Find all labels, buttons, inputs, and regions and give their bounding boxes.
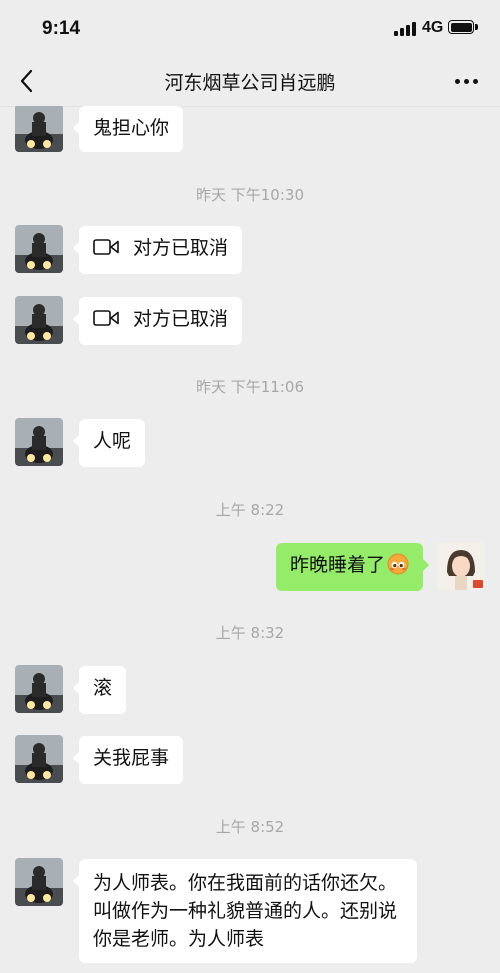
incoming-message[interactable]: 为人师表。你在我面前的话你还欠。叫做作为一种礼貌普通的人。还别说你是老师。为人师… (73, 859, 417, 963)
message-text: 对方已取消 (133, 237, 229, 259)
message-text: 鬼担心你 (93, 117, 170, 139)
timestamp: 上午 8:32 (215, 624, 285, 642)
contact-avatar[interactable] (15, 296, 63, 344)
my-avatar[interactable] (437, 542, 485, 590)
signal-icon (394, 22, 418, 36)
message-text: 人呢 (93, 430, 132, 452)
timestamp: 上午 8:22 (215, 501, 285, 519)
message-text: 为人师表。你在我面前的话你还欠。叫做作为一种礼貌普通的人。还别说你是老师。为人师… (93, 872, 398, 950)
incoming-message[interactable]: 滚 (72, 666, 127, 714)
timestamp: 上午 8:52 (215, 818, 285, 836)
message-text: 对方已取消 (133, 308, 229, 330)
contact-avatar[interactable] (15, 106, 63, 152)
blush-emoji-icon (387, 553, 409, 574)
incoming-message[interactable]: 关我屁事 (72, 736, 184, 784)
incoming-message[interactable]: 人呢 (72, 419, 146, 467)
incoming-message[interactable]: 鬼担心你 (72, 106, 184, 152)
video-camera-icon (93, 309, 119, 326)
incoming-message[interactable]: 对方已取消 (72, 297, 243, 345)
contact-avatar[interactable] (15, 858, 63, 906)
contact-avatar[interactable] (15, 418, 63, 466)
chat-area[interactable]: 鬼担心你 昨天 下午10:30 对方已取消 对方已取消 昨天 下午11:06 人… (0, 106, 500, 973)
timestamp: 昨天 下午10:30 (196, 186, 304, 204)
message-text: 滚 (93, 677, 113, 699)
network-type: 4G (422, 19, 444, 36)
message-text: 关我屁事 (93, 747, 170, 769)
chat-title: 河东烟草公司肖远鹏 (164, 72, 336, 94)
more-dots-icon (455, 79, 460, 84)
more-button[interactable] (452, 70, 482, 94)
video-camera-icon (93, 238, 119, 255)
contact-avatar[interactable] (15, 665, 63, 713)
battery-icon (448, 20, 478, 36)
contact-avatar[interactable] (15, 225, 63, 273)
chat-header: 河东烟草公司肖远鹏 (0, 58, 500, 107)
contact-avatar[interactable] (15, 735, 63, 783)
status-time: 9:14 (42, 18, 81, 39)
status-bar: 9:14 4G (0, 0, 500, 58)
outgoing-message[interactable]: 昨晚睡着了 (275, 543, 430, 591)
incoming-message[interactable]: 对方已取消 (72, 226, 243, 274)
message-text: 昨晚睡着了 (289, 554, 385, 576)
timestamp: 昨天 下午11:06 (196, 378, 304, 396)
